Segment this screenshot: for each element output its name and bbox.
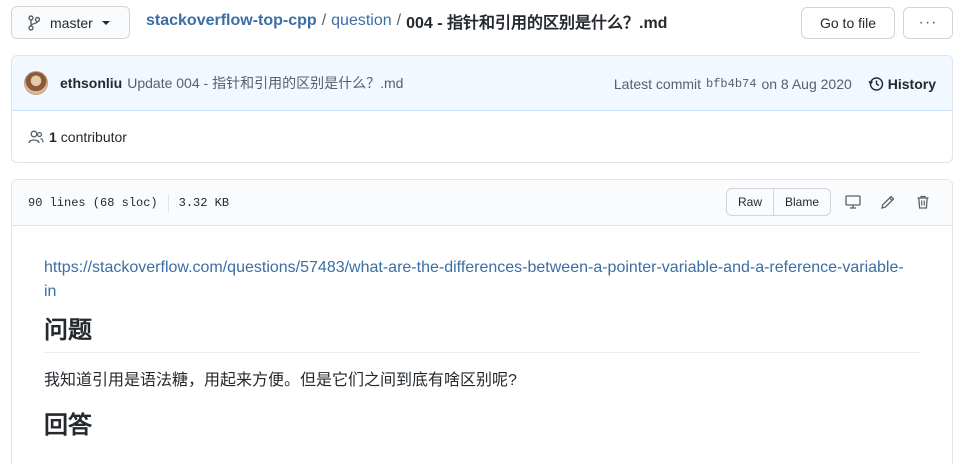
- trash-icon[interactable]: [914, 193, 932, 211]
- breadcrumb-repo-link[interactable]: stackoverflow-top-cpp: [146, 12, 317, 30]
- people-icon: [28, 130, 44, 144]
- file-viewer: 90 lines (68 sloc) 3.32 KB Raw Blame htt…: [11, 179, 953, 464]
- branch-name: master: [50, 14, 93, 31]
- breadcrumb-dir-link[interactable]: question: [331, 12, 392, 30]
- latest-commit-label: Latest commit: [613, 75, 702, 92]
- contributors-row[interactable]: 1 contributor: [12, 111, 952, 162]
- commit-sha-link[interactable]: bfb4b74: [706, 77, 756, 91]
- branch-select-button[interactable]: master: [11, 6, 130, 39]
- contributor-label: contributor: [60, 129, 127, 145]
- question-paragraph: 我知道引用是语法糖，用起来方便。但是它们之间到底有啥区别呢?: [44, 372, 517, 389]
- latest-commit-row: ethsonliu Update 004 - 指针和引用的区别是什么？.md L…: [12, 56, 952, 111]
- history-label: History: [887, 75, 936, 92]
- commit-date: on 8 Aug 2020: [761, 75, 852, 92]
- breadcrumb: stackoverflow-top-cpp / question / 004 -…: [146, 9, 667, 33]
- stackoverflow-link[interactable]: https://stackoverflow.com/questions/5748…: [44, 256, 914, 304]
- desktop-icon[interactable]: [844, 193, 862, 211]
- file-size-info: 3.32 KB: [178, 195, 230, 210]
- commit-author-link[interactable]: ethsonliu: [60, 75, 122, 91]
- history-icon: [868, 76, 883, 91]
- commit-meta: Latest commit bfb4b74 on 8 Aug 2020 Hist…: [614, 56, 936, 111]
- markdown-body: https://stackoverflow.com/questions/5748…: [12, 226, 952, 441]
- avatar[interactable]: [24, 71, 48, 95]
- history-link[interactable]: History: [868, 76, 936, 92]
- chevron-down-icon: [101, 20, 110, 25]
- file-button-group: Raw Blame: [726, 188, 832, 216]
- pencil-icon[interactable]: [879, 193, 897, 211]
- branch-icon: [28, 14, 40, 31]
- heading-answer: 回答: [44, 412, 92, 439]
- breadcrumb-separator: /: [396, 12, 402, 29]
- file-lines-info: 90 lines (68 sloc): [28, 195, 158, 210]
- raw-button[interactable]: Raw: [727, 189, 773, 215]
- commit-box: ethsonliu Update 004 - 指针和引用的区别是什么？.md L…: [11, 55, 953, 163]
- divider: [167, 193, 169, 212]
- blame-button[interactable]: Blame: [773, 189, 830, 215]
- go-to-file-button[interactable]: Go to file: [801, 7, 895, 39]
- contributor-count: 1: [49, 129, 57, 145]
- breadcrumb-separator: /: [321, 12, 327, 29]
- more-options-button[interactable]: ···: [903, 7, 953, 39]
- commit-message-link[interactable]: Update 004 - 指针和引用的区别是什么？.md: [127, 73, 403, 93]
- file-header: 90 lines (68 sloc) 3.32 KB Raw Blame: [12, 180, 952, 226]
- breadcrumb-file-name: 004 - 指针和引用的区别是什么？.md: [406, 15, 668, 32]
- heading-question: 问题: [44, 316, 920, 353]
